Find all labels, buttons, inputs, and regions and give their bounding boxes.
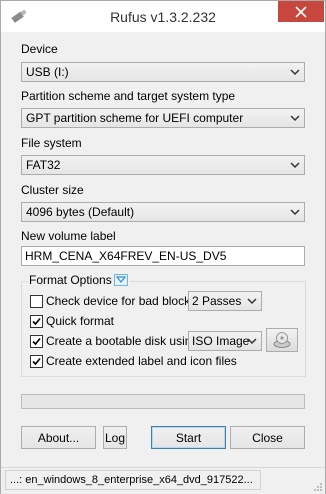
quick-format-label: Quick format — [46, 314, 115, 328]
boot-type-value: ISO Image — [192, 334, 250, 348]
bad-blocks-row: Check device for bad blocks: — [30, 294, 199, 308]
filesystem-select[interactable]: FAT32 — [21, 155, 305, 175]
checkmark-icon — [32, 357, 41, 365]
format-options-legend: Format Options — [27, 273, 130, 287]
select-iso-button[interactable] — [266, 328, 298, 352]
chevron-down-icon — [290, 162, 300, 169]
quick-format-checkbox[interactable] — [30, 314, 43, 328]
extended-label-label: Create extended label and icon files — [46, 354, 237, 368]
chevron-down-icon — [115, 276, 126, 283]
passes-value: 2 Passes — [192, 294, 242, 308]
device-value: USB (I:) — [26, 65, 69, 79]
format-options-title: Format Options — [29, 273, 112, 287]
cluster-select[interactable]: 4096 bytes (Default) — [21, 202, 305, 222]
chevron-down-icon — [290, 69, 300, 76]
boot-type-select[interactable]: ISO Image — [188, 331, 262, 351]
extended-label-checkbox[interactable] — [30, 354, 43, 368]
checkmark-icon — [32, 317, 41, 325]
bootable-checkbox[interactable] — [30, 334, 43, 348]
window-close-button[interactable] — [278, 1, 324, 22]
quick-format-row: Quick format — [30, 314, 114, 328]
passes-select[interactable]: 2 Passes — [188, 291, 262, 311]
bad-blocks-label: Check device for bad blocks: — [46, 294, 200, 308]
filesystem-value: FAT32 — [26, 158, 61, 172]
close-button[interactable]: Close — [230, 426, 305, 449]
log-button[interactable]: Log — [103, 426, 127, 449]
chevron-down-icon — [290, 209, 300, 216]
about-button[interactable]: About... — [21, 426, 96, 449]
start-button[interactable]: Start — [151, 426, 226, 449]
close-icon — [295, 5, 307, 18]
format-options-toggle[interactable] — [113, 274, 128, 286]
bootable-label: Create a bootable disk using: — [46, 334, 202, 348]
volume-label-input[interactable] — [21, 246, 305, 266]
title-bar: Rufus v1.3.2.232 — [1, 1, 325, 32]
status-text: ...: en_windows_8_enterprise_x64_dvd_917… — [5, 470, 261, 490]
status-bar: ...: en_windows_8_enterprise_x64_dvd_917… — [1, 467, 325, 494]
partition-label: Partition scheme and target system type — [21, 89, 236, 103]
progress-bar — [21, 394, 305, 409]
partition-select[interactable]: GPT partition scheme for UEFI computer — [21, 108, 305, 128]
extended-label-row: Create extended label and icon files — [30, 354, 237, 368]
chevron-down-icon — [247, 338, 257, 345]
device-label: Device — [21, 42, 58, 56]
rufus-window: Rufus v1.3.2.232 Device USB (I:) Partiti… — [0, 0, 326, 494]
device-select[interactable]: USB (I:) — [21, 62, 305, 82]
partition-value: GPT partition scheme for UEFI computer — [26, 111, 244, 125]
volume-label-caption: New volume label — [21, 229, 116, 243]
filesystem-label: File system — [21, 136, 82, 150]
bootable-row: Create a bootable disk using: — [30, 334, 201, 348]
cluster-value: 4096 bytes (Default) — [26, 205, 135, 219]
chevron-down-icon — [290, 115, 300, 122]
chevron-down-icon — [247, 298, 257, 305]
checkmark-icon — [32, 337, 41, 345]
bad-blocks-checkbox[interactable] — [30, 294, 43, 308]
window-title: Rufus v1.3.2.232 — [110, 9, 216, 25]
resize-grip-icon[interactable] — [313, 482, 323, 492]
cluster-label: Cluster size — [21, 183, 84, 197]
disc-drive-icon — [273, 332, 291, 348]
